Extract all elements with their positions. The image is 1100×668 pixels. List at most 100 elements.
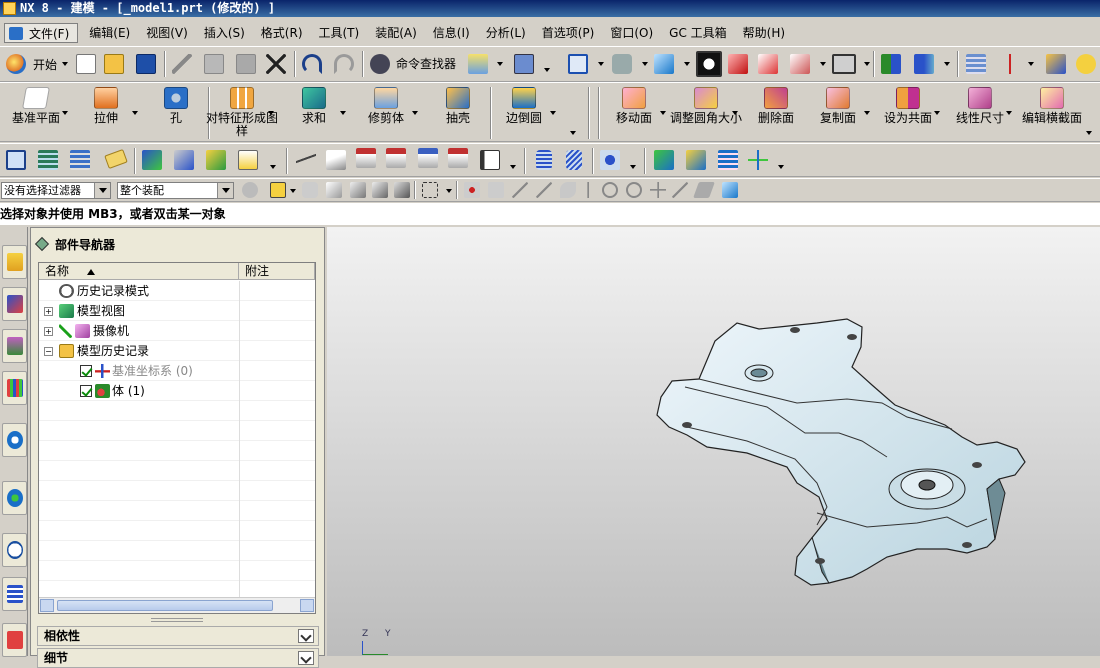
tree-row-body[interactable]: 体 (1) (39, 381, 315, 401)
screw-icon[interactable] (566, 150, 582, 170)
orient-view-cube-icon[interactable] (654, 54, 674, 74)
dropdown-icon[interactable] (630, 165, 636, 169)
extrude-tool[interactable]: 拉伸 (70, 85, 142, 141)
layer-stack-icon[interactable] (70, 150, 90, 170)
command-finder-icon[interactable] (370, 54, 390, 74)
snap-existing-point-icon[interactable] (650, 182, 666, 198)
menu-file[interactable]: 文件(F) (4, 23, 79, 43)
dropdown-icon[interactable] (642, 62, 648, 66)
cut-icon[interactable] (172, 54, 192, 74)
edit-object-icon[interactable] (1076, 54, 1096, 74)
resource-tab-history[interactable] (2, 533, 27, 567)
scroll-right-icon[interactable] (300, 599, 314, 612)
menu-gc-toolkit[interactable]: GC 工具箱 (661, 23, 735, 43)
dropdown-icon[interactable] (270, 165, 276, 169)
tree-row-cameras[interactable]: + 摄像机 (39, 321, 315, 341)
selection-tools-icon[interactable] (514, 54, 534, 74)
move-face-tool[interactable]: 移动面 (598, 85, 670, 141)
edit-cross-section-tool[interactable]: 编辑横截面 (1016, 85, 1088, 141)
copy-face-tool[interactable]: 复制面 (802, 85, 874, 141)
resource-tab-system-materials[interactable] (2, 577, 27, 611)
linear-dimension-tool[interactable]: 线性尺寸 (944, 85, 1016, 141)
resource-tab-info[interactable] (2, 423, 27, 457)
select-body-icon[interactable] (326, 182, 342, 198)
toolbar-options-icon[interactable] (570, 131, 576, 135)
menu-preferences[interactable]: 首选项(P) (534, 23, 603, 43)
background-color-icon[interactable] (832, 54, 856, 74)
select-face-icon[interactable] (372, 182, 388, 198)
dropdown-icon[interactable] (684, 62, 690, 66)
snap-midpoint-icon[interactable] (536, 182, 552, 198)
snap-endpoint-icon[interactable] (488, 182, 504, 198)
shaded-body-icon[interactable] (728, 54, 748, 74)
menu-format[interactable]: 格式(R) (253, 23, 311, 43)
datum-plane-tool[interactable]: 基准平面 (0, 85, 72, 141)
rectangle-select-icon[interactable] (422, 182, 438, 198)
hammer-icon[interactable] (174, 150, 194, 170)
assembly-tree-icon[interactable] (686, 150, 706, 170)
dropdown-icon[interactable] (864, 111, 870, 115)
snap-line-icon[interactable] (512, 182, 528, 198)
dropdown-icon[interactable] (598, 62, 604, 66)
make-coplanar-tool[interactable]: 设为共面 (872, 85, 944, 141)
g0-continuity-icon[interactable] (356, 148, 376, 168)
pin-icon[interactable] (34, 236, 50, 252)
snap-point-on-face-icon[interactable] (693, 182, 715, 198)
expand-icon[interactable]: + (44, 307, 53, 316)
menu-tools[interactable]: 工具(T) (311, 23, 368, 43)
dropdown-icon[interactable] (268, 111, 274, 115)
dropdown-icon[interactable] (497, 62, 503, 66)
g2-continuity-icon[interactable] (418, 148, 438, 168)
bracket-model[interactable] (327, 227, 1100, 656)
dropdown-icon[interactable] (660, 111, 666, 115)
dropdown-icon[interactable] (544, 68, 550, 72)
snap-point-on-curve-icon[interactable] (672, 182, 688, 198)
rotate-view-icon[interactable] (612, 54, 632, 74)
tree-row-model-views[interactable]: + 模型视图 (39, 301, 315, 321)
hidden-edges-icon[interactable] (790, 54, 810, 74)
layers-icon[interactable] (38, 150, 58, 170)
dropdown-icon[interactable] (732, 111, 738, 115)
dropdown-icon[interactable] (1028, 62, 1034, 66)
command-finder-button[interactable]: 命令查找器 (396, 55, 456, 72)
layer-settings-icon[interactable] (966, 54, 986, 74)
resize-blend-tool[interactable]: 调整圆角大小 (670, 85, 742, 141)
snap-arc-center-icon[interactable] (602, 182, 618, 198)
dropdown-icon[interactable] (1006, 111, 1012, 115)
scroll-thumb[interactable] (57, 600, 273, 611)
dropdown-icon[interactable] (934, 111, 940, 115)
spring-coil-icon[interactable] (536, 150, 552, 170)
panel-splitter[interactable] (151, 618, 203, 622)
part-navigator-icon[interactable] (6, 150, 26, 170)
touch-mode-icon[interactable] (468, 54, 488, 74)
snap-curve-icon[interactable] (560, 182, 576, 198)
snap-intersection-icon[interactable] (580, 182, 596, 198)
dropdown-icon[interactable] (62, 111, 68, 115)
scroll-left-icon[interactable] (40, 599, 54, 612)
clearance-analysis-icon[interactable] (600, 150, 620, 170)
filter-reset-icon[interactable] (242, 182, 258, 198)
resource-tab-roles[interactable] (2, 623, 27, 657)
dropdown-icon[interactable] (778, 165, 784, 169)
start-icon[interactable] (6, 54, 26, 74)
combo-dropdown-icon[interactable] (94, 183, 110, 198)
graphics-window[interactable] (327, 227, 1100, 656)
menu-edit[interactable]: 编辑(E) (81, 23, 138, 43)
dropdown-icon[interactable] (944, 62, 950, 66)
start-button[interactable]: 开始 (33, 56, 57, 73)
component-icon[interactable] (206, 150, 226, 170)
select-all-icon[interactable] (270, 182, 286, 198)
chevron-down-icon[interactable] (298, 629, 314, 643)
open-folder-icon[interactable] (104, 54, 124, 74)
annotation-icon[interactable] (238, 150, 258, 170)
select-feature-icon[interactable] (394, 182, 410, 198)
visibility-checkbox[interactable] (80, 385, 92, 397)
dropdown-icon[interactable] (290, 189, 296, 193)
snap-bounded-icon[interactable] (722, 182, 738, 198)
check-mate-icon[interactable] (654, 150, 674, 170)
new-file-icon[interactable] (76, 54, 96, 74)
column-header-note[interactable]: 附注 (239, 263, 315, 280)
snap-quadrant-icon[interactable] (626, 182, 642, 198)
delete-icon[interactable] (266, 54, 286, 74)
dropdown-icon[interactable] (550, 111, 556, 115)
